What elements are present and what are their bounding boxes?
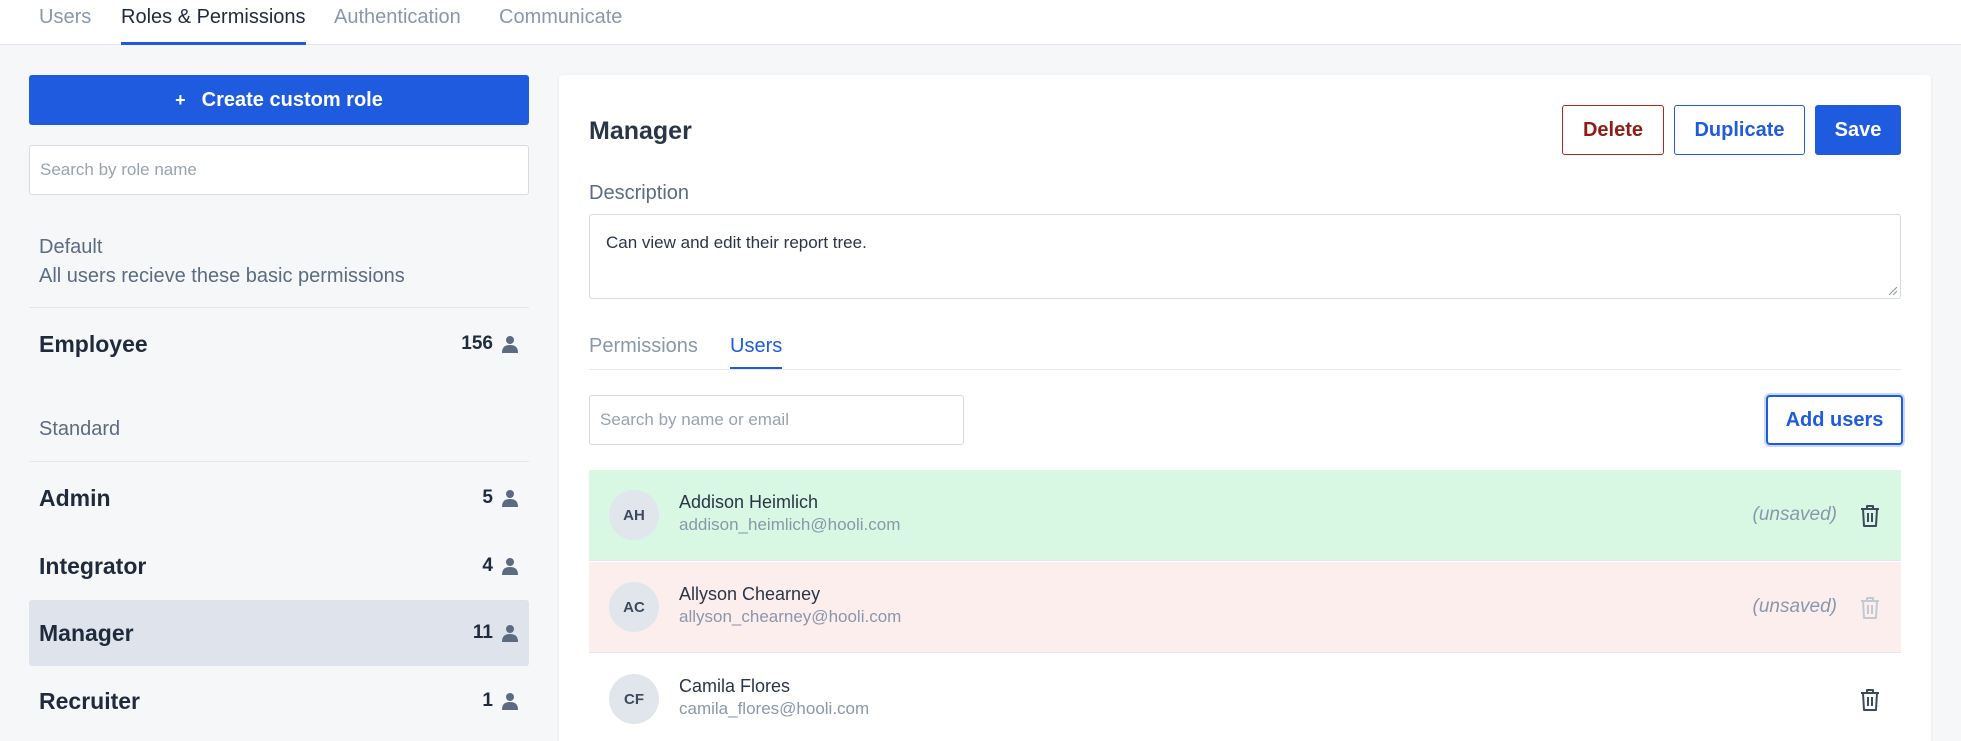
user-row: AC Allyson Chearney allyson_chearney@hoo…: [589, 562, 1901, 653]
tab-users[interactable]: Users: [39, 4, 91, 45]
role-item-employee[interactable]: Employee 156: [29, 311, 529, 377]
tabs-divider: [589, 369, 1901, 370]
user-search-input[interactable]: [589, 395, 964, 445]
avatar: AH: [609, 490, 659, 540]
description-label: Description: [589, 182, 690, 204]
trash-icon[interactable]: [1859, 504, 1881, 528]
role-user-count: 11: [473, 622, 519, 644]
role-name: Admin: [39, 484, 111, 511]
trash-icon[interactable]: [1859, 688, 1881, 712]
user-row: CF Camila Flores camila_flores@hooli.com: [589, 654, 1901, 741]
unsaved-status: (unsaved): [1752, 504, 1838, 525]
plus-icon: +: [175, 89, 186, 110]
user-email: allyson_chearney@hooli.com: [679, 607, 902, 626]
role-item-integrator[interactable]: Integrator 4: [29, 533, 529, 599]
avatar: AC: [609, 582, 659, 632]
user-name: Camila Flores: [679, 676, 791, 696]
divider: [29, 307, 529, 308]
role-name: Employee: [39, 330, 148, 357]
role-detail-panel: Manager Delete Duplicate Save Descriptio…: [559, 75, 1931, 741]
role-count-value: 5: [482, 487, 493, 508]
role-name: Manager: [39, 619, 134, 646]
default-group-subtitle: All users recieve these basic permission…: [39, 265, 405, 287]
delete-button[interactable]: Delete: [1562, 105, 1664, 155]
role-count-value: 156: [461, 333, 493, 354]
create-custom-role-label: Create custom role: [201, 88, 383, 111]
duplicate-button[interactable]: Duplicate: [1674, 105, 1805, 155]
role-item-manager[interactable]: Manager 11: [29, 600, 529, 666]
role-name: Integrator: [39, 552, 147, 579]
trash-icon[interactable]: [1859, 596, 1881, 620]
page-title: Manager: [589, 117, 692, 145]
user-name: Addison Heimlich: [679, 492, 819, 512]
top-nav: Users Roles & Permissions Authentication…: [0, 0, 1961, 45]
person-icon: [502, 625, 518, 642]
add-users-button[interactable]: Add users: [1766, 395, 1903, 445]
tab-communicate[interactable]: Communicate: [499, 4, 622, 45]
role-item-recruiter[interactable]: Recruiter 1: [29, 668, 529, 734]
person-icon: [502, 558, 518, 575]
role-user-count: 5: [482, 487, 519, 509]
avatar: CF: [609, 674, 659, 724]
create-custom-role-button[interactable]: + Create custom role: [29, 75, 529, 125]
person-icon: [502, 693, 518, 710]
role-search-input[interactable]: [29, 145, 529, 195]
user-row: AH Addison Heimlich addison_heimlich@hoo…: [589, 470, 1901, 561]
description-value: Can view and edit their report tree.: [606, 233, 867, 252]
tab-users-list[interactable]: Users: [730, 335, 783, 369]
role-count-value: 1: [482, 690, 493, 711]
role-name: Recruiter: [39, 687, 140, 714]
save-button[interactable]: Save: [1815, 105, 1901, 155]
role-count-value: 11: [472, 622, 493, 643]
role-count-value: 4: [482, 555, 493, 576]
tab-authentication[interactable]: Authentication: [334, 4, 461, 45]
role-user-count: 4: [482, 555, 519, 577]
unsaved-status: (unsaved): [1752, 596, 1838, 617]
user-email: addison_heimlich@hooli.com: [679, 515, 901, 534]
tab-roles-permissions[interactable]: Roles & Permissions: [121, 4, 306, 45]
standard-group-title: Standard: [39, 418, 121, 440]
user-email: camila_flores@hooli.com: [679, 699, 870, 718]
divider: [29, 461, 529, 462]
role-user-count: 1: [482, 690, 519, 712]
person-icon: [502, 336, 518, 353]
role-item-admin[interactable]: Admin 5: [29, 465, 529, 531]
user-name: Allyson Chearney: [679, 584, 821, 604]
tab-permissions[interactable]: Permissions: [589, 335, 698, 369]
resize-handle-icon[interactable]: [1889, 287, 1897, 295]
role-user-count: 156: [461, 333, 519, 355]
description-field[interactable]: Can view and edit their report tree.: [589, 214, 1901, 299]
default-group-title: Default: [39, 236, 103, 258]
person-icon: [502, 490, 518, 507]
